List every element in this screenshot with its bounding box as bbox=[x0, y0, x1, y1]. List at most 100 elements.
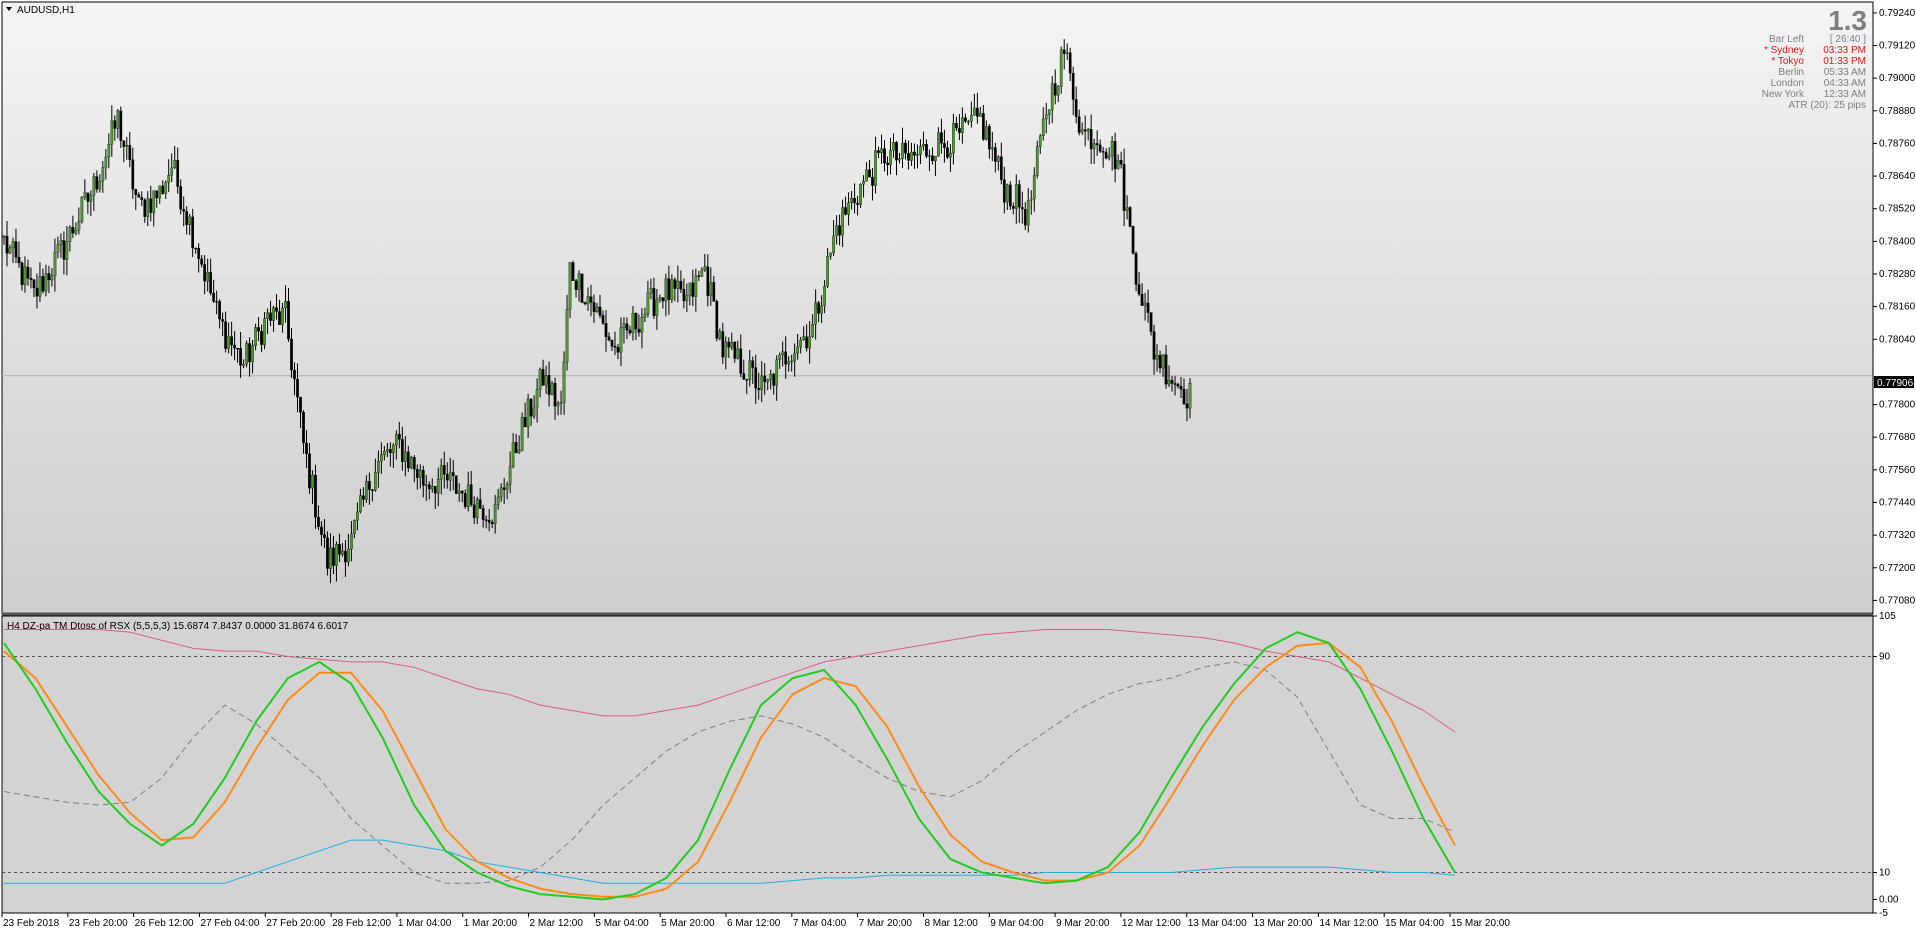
candle-body bbox=[380, 454, 383, 462]
candle-body bbox=[203, 264, 207, 282]
candle-body bbox=[508, 466, 512, 485]
candle-body bbox=[931, 155, 934, 162]
candle-body bbox=[736, 348, 740, 359]
candle-body bbox=[469, 484, 473, 505]
candle-body bbox=[260, 331, 263, 346]
session-name: * Tokyo bbox=[1771, 56, 1804, 67]
price-tick-label: 0.77200 bbox=[1879, 563, 1916, 574]
time-tick-label: 15 Mar 04:00 bbox=[1385, 918, 1444, 929]
time-tick-label: 9 Mar 20:00 bbox=[1056, 918, 1110, 929]
candle-body bbox=[958, 127, 961, 133]
candle-body bbox=[149, 198, 153, 213]
candle-body bbox=[269, 312, 272, 321]
candle-body bbox=[814, 302, 817, 325]
candle-body bbox=[1119, 160, 1123, 165]
candle-body bbox=[661, 297, 665, 302]
candle-body bbox=[400, 439, 404, 462]
candle-body bbox=[655, 299, 659, 316]
candle-body bbox=[984, 126, 988, 140]
candle-body bbox=[451, 472, 455, 476]
candle-body bbox=[1002, 179, 1006, 203]
candle-body bbox=[955, 123, 958, 129]
candle-body bbox=[790, 360, 794, 363]
candle-body bbox=[826, 256, 829, 287]
candle-body bbox=[430, 486, 434, 490]
candle-body bbox=[1116, 160, 1120, 170]
candle-body bbox=[53, 251, 57, 277]
candle-body bbox=[412, 457, 416, 470]
price-tick-label: 0.78760 bbox=[1879, 138, 1916, 149]
candle-body bbox=[305, 442, 308, 454]
candle-body bbox=[1107, 155, 1111, 159]
candle-body bbox=[323, 534, 326, 538]
candle-body bbox=[961, 117, 964, 133]
candle-body bbox=[664, 278, 668, 302]
chart-canvas[interactable]: AUDUSD,H1 1.3 Bar Left [ 26:40 ] * Sydne… bbox=[0, 0, 1916, 933]
candle-body bbox=[577, 273, 581, 290]
candle-body bbox=[472, 504, 476, 518]
time-tick-label: 28 Feb 12:00 bbox=[332, 918, 391, 929]
time-tick-label: 9 Mar 04:00 bbox=[990, 918, 1044, 929]
candle-body bbox=[724, 341, 728, 358]
price-tick-label: 0.79240 bbox=[1879, 8, 1916, 19]
candle-body bbox=[595, 306, 599, 312]
session-name: London bbox=[1771, 78, 1804, 89]
candle-body bbox=[1146, 302, 1150, 313]
candle-body bbox=[703, 266, 707, 271]
indicator-subwindow[interactable] bbox=[1, 615, 1874, 914]
candle-body bbox=[802, 336, 806, 341]
candle-body bbox=[478, 499, 482, 509]
candle-body bbox=[649, 288, 653, 294]
candle-body bbox=[194, 247, 198, 250]
candle-body bbox=[730, 342, 734, 348]
candle-body bbox=[397, 433, 401, 440]
candle-body bbox=[1068, 52, 1072, 74]
candle-body bbox=[113, 120, 117, 129]
candle-body bbox=[838, 225, 841, 236]
candle-body bbox=[787, 361, 791, 365]
price-tick-label: 0.78640 bbox=[1879, 171, 1916, 182]
candle-body bbox=[1053, 83, 1057, 96]
candle-body bbox=[748, 360, 752, 380]
candle-body bbox=[856, 202, 859, 205]
candle-body bbox=[394, 433, 398, 446]
candle-body bbox=[439, 465, 443, 480]
candle-body bbox=[50, 275, 54, 281]
session-time: 12:33 AM bbox=[1824, 89, 1866, 100]
candle-body bbox=[215, 301, 218, 303]
candle-body bbox=[29, 277, 33, 280]
candle-body bbox=[26, 266, 30, 279]
candle-body bbox=[104, 156, 108, 168]
candle-body bbox=[1047, 109, 1051, 115]
bar-left-label: Bar Left bbox=[1769, 34, 1804, 45]
candle-body bbox=[919, 146, 922, 155]
candle-body bbox=[308, 453, 311, 489]
candle-body bbox=[1164, 354, 1168, 385]
candle-body bbox=[574, 280, 578, 290]
candle-body bbox=[1155, 355, 1159, 360]
time-tick-label: 2 Mar 12:00 bbox=[530, 918, 584, 929]
candle-body bbox=[874, 150, 877, 186]
candle-body bbox=[59, 240, 63, 245]
price-tick-label: 0.77320 bbox=[1879, 530, 1916, 541]
candle-body bbox=[817, 302, 820, 314]
candle-body bbox=[1020, 206, 1024, 210]
candle-body bbox=[616, 347, 620, 353]
candle-body bbox=[781, 351, 785, 356]
candle-body bbox=[493, 504, 497, 525]
candle-body bbox=[119, 110, 123, 141]
candle-body bbox=[1125, 207, 1129, 211]
candle-body bbox=[263, 318, 266, 346]
price-tick-label: 0.77560 bbox=[1879, 465, 1916, 476]
candle-body bbox=[496, 496, 500, 505]
candle-body bbox=[688, 282, 692, 296]
candle-body bbox=[811, 324, 814, 337]
candle-body bbox=[209, 272, 213, 294]
candle-body bbox=[667, 278, 671, 300]
candle-body bbox=[1101, 151, 1105, 153]
candle-body bbox=[128, 145, 132, 160]
candle-body bbox=[841, 207, 844, 236]
candle-body bbox=[101, 167, 105, 182]
candle-body bbox=[550, 383, 554, 395]
candle-body bbox=[523, 416, 527, 428]
